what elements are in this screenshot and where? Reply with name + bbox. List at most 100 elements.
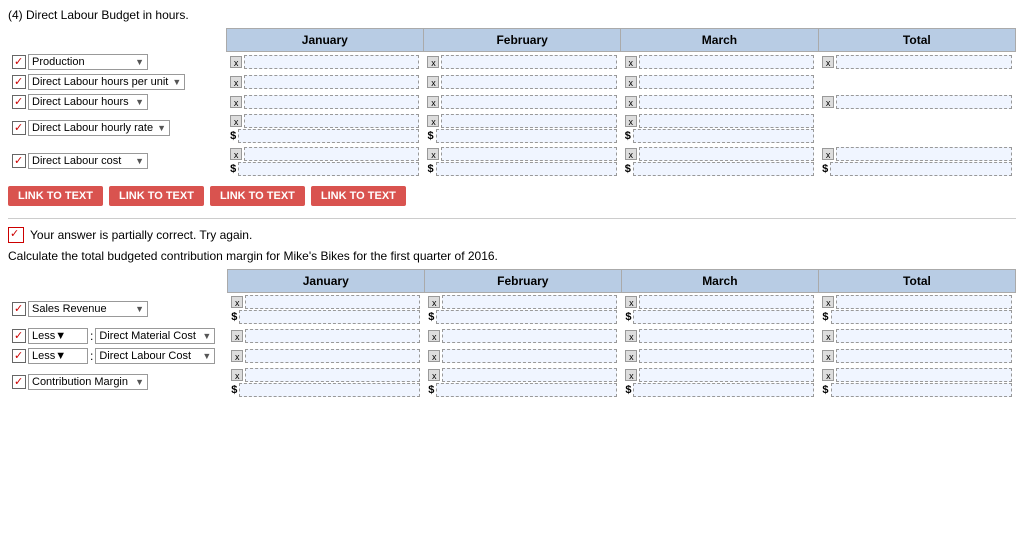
value-input[interactable]: [639, 295, 814, 309]
value-input[interactable]: [442, 368, 617, 382]
value-input[interactable]: [245, 295, 420, 309]
value-input[interactable]: [639, 329, 814, 343]
value-input[interactable]: [639, 147, 814, 161]
x-button[interactable]: x: [625, 350, 637, 362]
dollar-input[interactable]: [238, 129, 419, 143]
x-button[interactable]: x: [625, 330, 637, 342]
x-button[interactable]: x: [427, 96, 439, 108]
label-dropdown[interactable]: Production▼: [28, 54, 148, 70]
x-button[interactable]: x: [822, 56, 834, 68]
x-button[interactable]: x: [428, 330, 440, 342]
value-input[interactable]: [244, 55, 419, 69]
value-input[interactable]: [836, 147, 1011, 161]
x-button[interactable]: x: [230, 96, 242, 108]
x-button[interactable]: x: [822, 350, 834, 362]
dollar-input[interactable]: [633, 310, 814, 324]
x-button[interactable]: x: [231, 369, 243, 381]
value-input[interactable]: [639, 55, 814, 69]
label-dropdown[interactable]: Direct Labour hourly rate▼: [28, 120, 170, 136]
x-button[interactable]: x: [625, 369, 637, 381]
x-button[interactable]: x: [230, 115, 242, 127]
value-input[interactable]: [441, 114, 616, 128]
dollar-input[interactable]: [831, 383, 1012, 397]
dollar-input[interactable]: [239, 310, 420, 324]
value-input[interactable]: [639, 75, 814, 89]
x-button[interactable]: x: [625, 76, 637, 88]
dollar-input[interactable]: [436, 162, 617, 176]
x-button[interactable]: x: [625, 296, 637, 308]
dollar-input[interactable]: [436, 310, 617, 324]
link-to-text-button[interactable]: LINK TO TEXT: [311, 186, 406, 206]
x-button[interactable]: x: [230, 56, 242, 68]
x-button[interactable]: x: [231, 296, 243, 308]
value-input[interactable]: [442, 349, 617, 363]
x-button[interactable]: x: [427, 115, 439, 127]
value-input[interactable]: [836, 95, 1011, 109]
value-input[interactable]: [245, 329, 420, 343]
x-button[interactable]: x: [231, 350, 243, 362]
x-button[interactable]: x: [822, 330, 834, 342]
dollar-input[interactable]: [436, 383, 617, 397]
label-dropdown[interactable]: Direct Material Cost▼: [95, 328, 215, 344]
x-button[interactable]: x: [428, 369, 440, 381]
value-input[interactable]: [441, 95, 616, 109]
checkbox-icon[interactable]: [12, 121, 26, 135]
dollar-input[interactable]: [436, 129, 617, 143]
x-button[interactable]: x: [427, 148, 439, 160]
value-input[interactable]: [441, 75, 616, 89]
dollar-input[interactable]: [633, 162, 814, 176]
value-input[interactable]: [639, 95, 814, 109]
value-input[interactable]: [836, 368, 1011, 382]
value-input[interactable]: [245, 368, 420, 382]
x-button[interactable]: x: [822, 296, 834, 308]
label-dropdown[interactable]: Direct Labour cost▼: [28, 153, 148, 169]
value-input[interactable]: [442, 295, 617, 309]
dollar-input[interactable]: [239, 383, 420, 397]
dollar-input[interactable]: [633, 383, 814, 397]
link-to-text-button[interactable]: LINK TO TEXT: [109, 186, 204, 206]
x-button[interactable]: x: [625, 96, 637, 108]
x-button[interactable]: x: [625, 56, 637, 68]
label-dropdown[interactable]: Direct Labour hours per unit▼: [28, 74, 185, 90]
value-input[interactable]: [639, 114, 814, 128]
x-button[interactable]: x: [625, 115, 637, 127]
dollar-input[interactable]: [830, 162, 1011, 176]
value-input[interactable]: [244, 147, 419, 161]
checkbox-icon[interactable]: [12, 329, 26, 343]
dollar-input[interactable]: [633, 129, 814, 143]
checkbox-icon[interactable]: [12, 302, 26, 316]
prefix-dropdown[interactable]: Less▼: [28, 328, 88, 344]
value-input[interactable]: [245, 349, 420, 363]
link-to-text-button[interactable]: LINK TO TEXT: [8, 186, 103, 206]
checkbox-icon[interactable]: [12, 75, 26, 89]
prefix-dropdown[interactable]: Less▼: [28, 348, 88, 364]
x-button[interactable]: x: [822, 148, 834, 160]
checkbox-icon[interactable]: [12, 154, 26, 168]
dollar-input[interactable]: [831, 310, 1012, 324]
label-dropdown[interactable]: Sales Revenue▼: [28, 301, 148, 317]
label-dropdown[interactable]: Contribution Margin▼: [28, 374, 148, 390]
value-input[interactable]: [244, 75, 419, 89]
value-input[interactable]: [441, 147, 616, 161]
value-input[interactable]: [836, 55, 1011, 69]
value-input[interactable]: [836, 295, 1011, 309]
x-button[interactable]: x: [625, 148, 637, 160]
x-button[interactable]: x: [822, 369, 834, 381]
value-input[interactable]: [442, 329, 617, 343]
value-input[interactable]: [441, 55, 616, 69]
value-input[interactable]: [244, 114, 419, 128]
x-button[interactable]: x: [428, 350, 440, 362]
x-button[interactable]: x: [231, 330, 243, 342]
dollar-input[interactable]: [238, 162, 419, 176]
x-button[interactable]: x: [230, 76, 242, 88]
label-dropdown[interactable]: Direct Labour hours▼: [28, 94, 148, 110]
checkbox-icon[interactable]: [12, 55, 26, 69]
x-button[interactable]: x: [822, 96, 834, 108]
checkbox-icon[interactable]: [12, 95, 26, 109]
x-button[interactable]: x: [427, 76, 439, 88]
x-button[interactable]: x: [427, 56, 439, 68]
checkbox-icon[interactable]: [12, 349, 26, 363]
value-input[interactable]: [836, 349, 1011, 363]
value-input[interactable]: [639, 368, 814, 382]
link-to-text-button[interactable]: LINK TO TEXT: [210, 186, 305, 206]
